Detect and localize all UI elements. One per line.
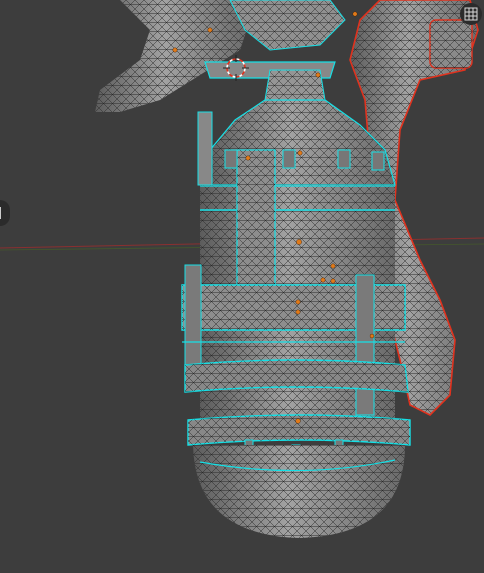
sidebar-tab-glyph — [0, 207, 7, 219]
wireframe-grid-icon[interactable] — [460, 3, 482, 25]
grid-icon-glyph — [464, 7, 478, 21]
3d-viewport[interactable] — [0, 0, 484, 573]
mesh-scene[interactable] — [0, 0, 484, 573]
bottle-base-dome[interactable] — [193, 445, 405, 538]
